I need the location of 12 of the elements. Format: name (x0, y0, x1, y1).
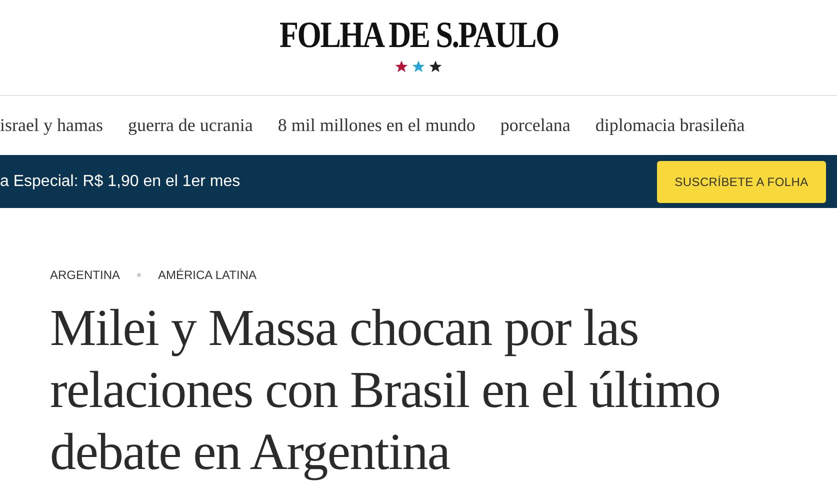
nav-link[interactable]: guerra de ucrania (128, 115, 253, 136)
nav-link[interactable]: israel y hamas (0, 115, 103, 136)
logo[interactable]: FOLHA DE S.PAULO (279, 16, 558, 56)
nav-link[interactable]: diplomacia brasileña (595, 115, 745, 136)
promo-text: a Especial: R$ 1,90 en el 1er mes (0, 172, 240, 190)
section-tag[interactable]: AMÉRICA LATINA (158, 268, 256, 282)
subscribe-button[interactable]: SUSCRÍBETE A FOLHA (657, 160, 826, 202)
nav-link[interactable]: porcelana (500, 115, 570, 136)
section-tag[interactable]: ARGENTINA (50, 268, 120, 282)
separator-dot (137, 273, 142, 277)
headline: Milei y Massa chocan por las relaciones con Brasil en el último debate en Argentina (50, 299, 722, 483)
nav-link[interactable]: 8 mil millones en el mundo (278, 115, 476, 136)
